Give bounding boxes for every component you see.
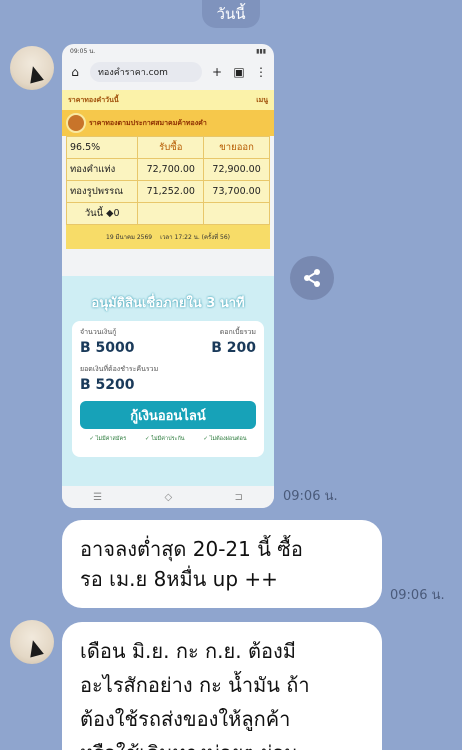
ad-loan-amount: B 5000: [80, 340, 135, 356]
footer-time: เวลา 17:22 น. (ครั้งที่ 56): [160, 234, 230, 241]
site-menu: เมนู: [256, 95, 268, 104]
message-line: หรือใช้เดินทางบ่อยๆ ผ่อน: [80, 736, 364, 750]
footer-date: 19 มีนาคม 2569: [106, 234, 153, 241]
ad-total-label: ยอดเงินที่ต้องชำระคืนรวม: [80, 365, 159, 373]
ad-interest-amount: B 200: [211, 340, 256, 356]
message-line: เดือน มิ.ย. กะ ก.ย. ต้องมี: [80, 639, 296, 663]
table-cell: ทองคำแท่ง: [65, 158, 139, 181]
message-time: 09:06 น.: [390, 588, 445, 603]
table-cell: 71,252.00: [137, 180, 205, 203]
message-line: อะไรสักอย่าง กะ น้ำมัน ถ้า: [80, 673, 310, 697]
table-cell: 72,700.00: [137, 158, 205, 181]
table-cell: [137, 202, 205, 225]
association-banner: ราคาทองตามประกาศสมาคมค้าทองคำ: [62, 110, 274, 136]
ad-card: จำนวนเงินกู้ ดอกเบี้ยรวม B 5000 B 200 ยอ…: [72, 321, 264, 457]
table-cell: [203, 202, 270, 225]
table-header: รับซื้อ: [137, 136, 205, 159]
text-message[interactable]: อาจลงต่ำสุด 20-21 นี้ ซื้อ รอ เม.ย 8หมื่…: [62, 520, 382, 608]
share-icon: [304, 269, 320, 287]
ad-loan-label: จำนวนเงินกู้: [80, 328, 117, 336]
seal-icon: [66, 113, 86, 133]
image-message[interactable]: 09:05 น. ▮▮▮ ⌂ ทองคำราคา.com + ▣ ⋮ ราคาท…: [62, 44, 274, 508]
recent-apps-icon: ☰: [93, 491, 103, 503]
table-footer: 19 มีนาคม 2569 เวลา 17:22 น. (ครั้งที่ 5…: [66, 225, 270, 249]
share-button[interactable]: [290, 256, 334, 300]
message-line: รอ เม.ย 8หมื่น up ++: [80, 567, 278, 591]
home-button-icon: ◇: [164, 491, 173, 503]
table-cell: 72,900.00: [203, 158, 270, 181]
site-title: ราคาทองคำวันนี้: [68, 95, 119, 104]
home-icon: ⌂: [71, 65, 79, 79]
message-line: อาจลงต่ำสุด 20-21 นี้ ซื้อ: [80, 537, 303, 561]
ad-interest-label: ดอกเบี้ยรวม: [219, 328, 256, 336]
table-header: 96.5%: [65, 136, 139, 159]
more-icon: ⋮: [255, 65, 267, 79]
ad-button: กู้เงินออนไลน์: [80, 401, 256, 429]
tabs-icon: ▣: [233, 65, 245, 79]
text-message[interactable]: เดือน มิ.ย. กะ ก.ย. ต้องมี อะไรสักอย่าง …: [62, 622, 382, 750]
battery-icon: ▮▮▮: [256, 47, 266, 55]
ad-total-amount: B 5200: [80, 377, 135, 393]
status-time: 09:05 น.: [70, 48, 96, 55]
url-box: ทองคำราคา.com: [90, 62, 202, 82]
message-line: ต้องใช้รถส่งของให้ลูกค้า: [80, 707, 291, 731]
date-separator: วันนี้: [202, 0, 260, 28]
avatar[interactable]: [10, 46, 54, 90]
table-cell: ทองรูปพรรณ: [65, 180, 139, 203]
ad-feature: ✓ ไม่มีค่าประกัน: [144, 436, 185, 442]
gold-price-table: 96.5% รับซื้อ ขายออก ทองคำแท่ง 72,700.00…: [65, 136, 270, 225]
table-cell: วันนี้ ◆0: [65, 202, 139, 225]
ad-title: อนุมัติสินเชื่อภายใน 3 นาที: [91, 296, 245, 311]
ad-feature: ✓ ไม่ต้องผ่อนต่อน: [203, 436, 247, 442]
plus-icon: +: [211, 65, 223, 79]
browser-bar: ⌂ ทองคำราคา.com + ▣ ⋮: [62, 58, 274, 86]
phone-status-bar: 09:05 น. ▮▮▮: [62, 44, 274, 58]
association-title: ราคาทองตามประกาศสมาคมค้าทองคำ: [89, 118, 207, 127]
table-cell: 73,700.00: [203, 180, 270, 203]
avatar[interactable]: [10, 620, 54, 664]
site-header: ราคาทองคำวันนี้ เมนู: [62, 90, 274, 110]
phone-nav-bar: ☰ ◇ ⊐: [62, 486, 274, 508]
table-header: ขายออก: [203, 136, 270, 159]
ad-feature: ✓ ไม่มีค่าสมัคร: [89, 436, 127, 442]
loan-ad: อนุมัติสินเชื่อภายใน 3 นาที จำนวนเงินกู้…: [62, 276, 274, 486]
message-time: 09:06 น.: [283, 489, 338, 504]
back-icon: ⊐: [234, 491, 243, 503]
